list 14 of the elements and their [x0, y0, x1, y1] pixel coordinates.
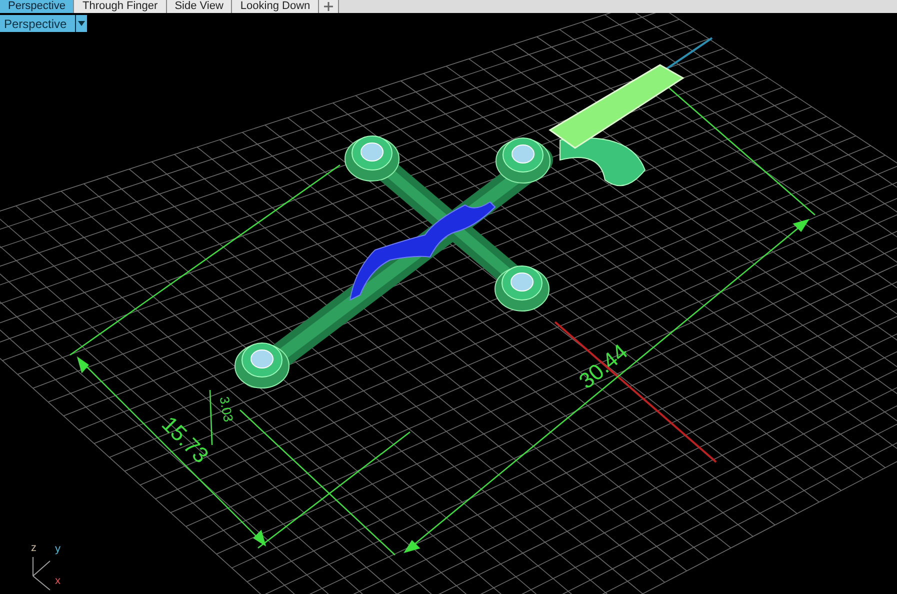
viewport-name: Perspective: [4, 16, 68, 32]
viewport-tab[interactable]: Side View: [166, 0, 232, 13]
add-tab-button[interactable]: [319, 0, 340, 13]
viewport-title[interactable]: Perspective: [0, 15, 87, 32]
viewport-tab[interactable]: Through Finger: [74, 0, 167, 13]
caret-icon: [78, 21, 85, 26]
viewport-tab[interactable]: Perspective: [0, 0, 74, 13]
dimension-label: 3.03: [216, 395, 236, 423]
axis-gizmo-icon: [32, 556, 50, 590]
axis-label: x: [55, 575, 60, 587]
axis-label: z: [31, 542, 36, 554]
viewport-tab[interactable]: Looking Down: [232, 0, 320, 13]
plus-icon: [324, 2, 334, 11]
axis-label: y: [55, 543, 60, 555]
